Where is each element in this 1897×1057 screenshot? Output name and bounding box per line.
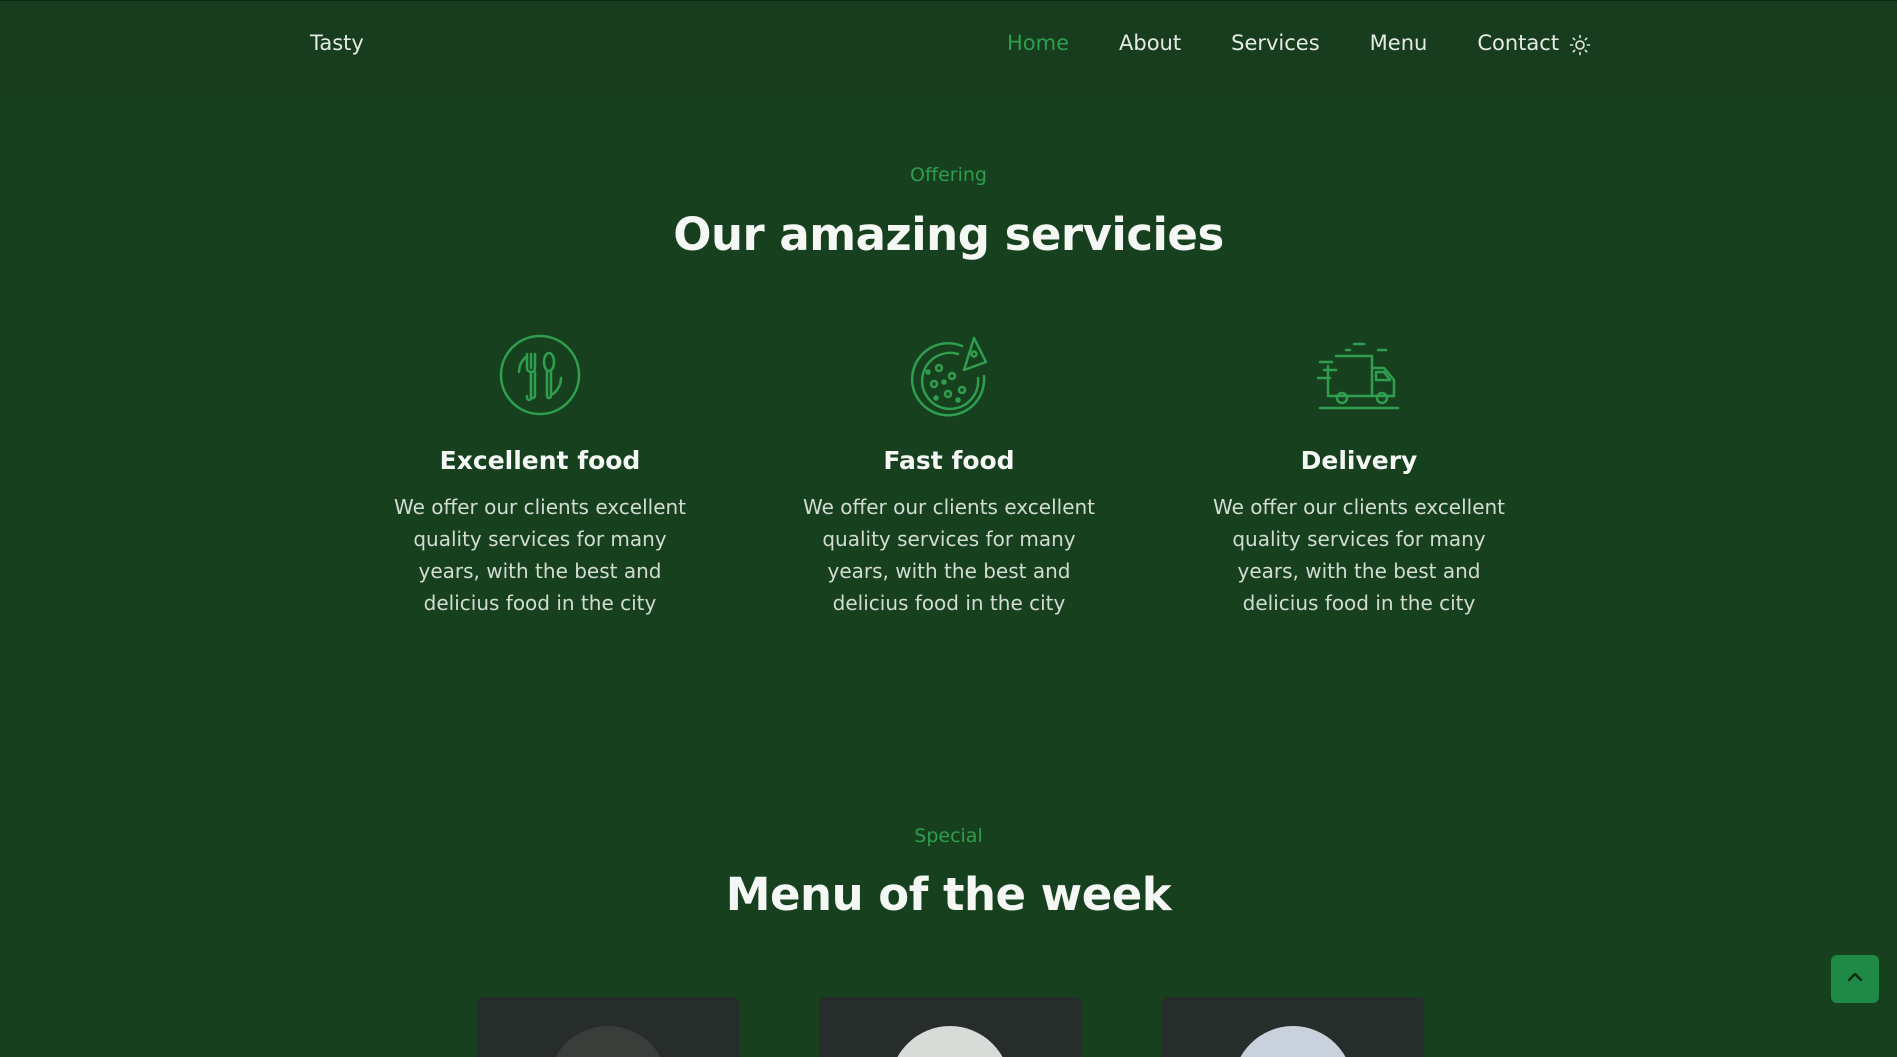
nav-home[interactable]: Home bbox=[1007, 31, 1069, 55]
nav-contact[interactable]: Contact bbox=[1477, 31, 1559, 55]
delivery-truck-icon bbox=[1189, 332, 1529, 418]
services-title: Our amazing servicies bbox=[673, 208, 1224, 261]
chevron-up-icon bbox=[1845, 967, 1865, 991]
menu-title: Menu of the week bbox=[725, 868, 1172, 921]
service-card-fast-food: Fast food We offer our clients excellent… bbox=[779, 332, 1119, 619]
site-header: Tasty Home About Services Menu Contact bbox=[0, 0, 1897, 90]
sun-icon[interactable] bbox=[1569, 34, 1591, 56]
service-description: We offer our clients excellent quality s… bbox=[1212, 495, 1506, 615]
service-title: Fast food bbox=[883, 446, 1015, 475]
service-title: Excellent food bbox=[439, 446, 641, 475]
scroll-top-button[interactable] bbox=[1831, 955, 1879, 1003]
menu-subtitle: Special bbox=[914, 825, 983, 847]
menu-card[interactable] bbox=[819, 997, 1081, 1057]
main-nav: Home About Services Menu Contact bbox=[1007, 31, 1559, 55]
nav-about[interactable]: About bbox=[1119, 31, 1181, 55]
pizza-icon bbox=[779, 332, 1119, 418]
service-card-delivery: Delivery We offer our clients excellent … bbox=[1189, 332, 1529, 619]
service-description: We offer our clients excellent quality s… bbox=[393, 495, 687, 615]
menu-card[interactable] bbox=[477, 997, 739, 1057]
services-subtitle: Offering bbox=[910, 164, 987, 186]
service-description: We offer our clients excellent quality s… bbox=[802, 495, 1096, 615]
site-logo[interactable]: Tasty bbox=[310, 31, 364, 55]
nav-services[interactable]: Services bbox=[1231, 31, 1320, 55]
nav-menu[interactable]: Menu bbox=[1370, 31, 1428, 55]
service-card-excellent-food: Excellent food We offer our clients exce… bbox=[370, 332, 710, 619]
menu-card[interactable] bbox=[1162, 997, 1424, 1057]
service-title: Delivery bbox=[1300, 446, 1418, 475]
fork-spoon-plate-icon bbox=[370, 332, 710, 418]
